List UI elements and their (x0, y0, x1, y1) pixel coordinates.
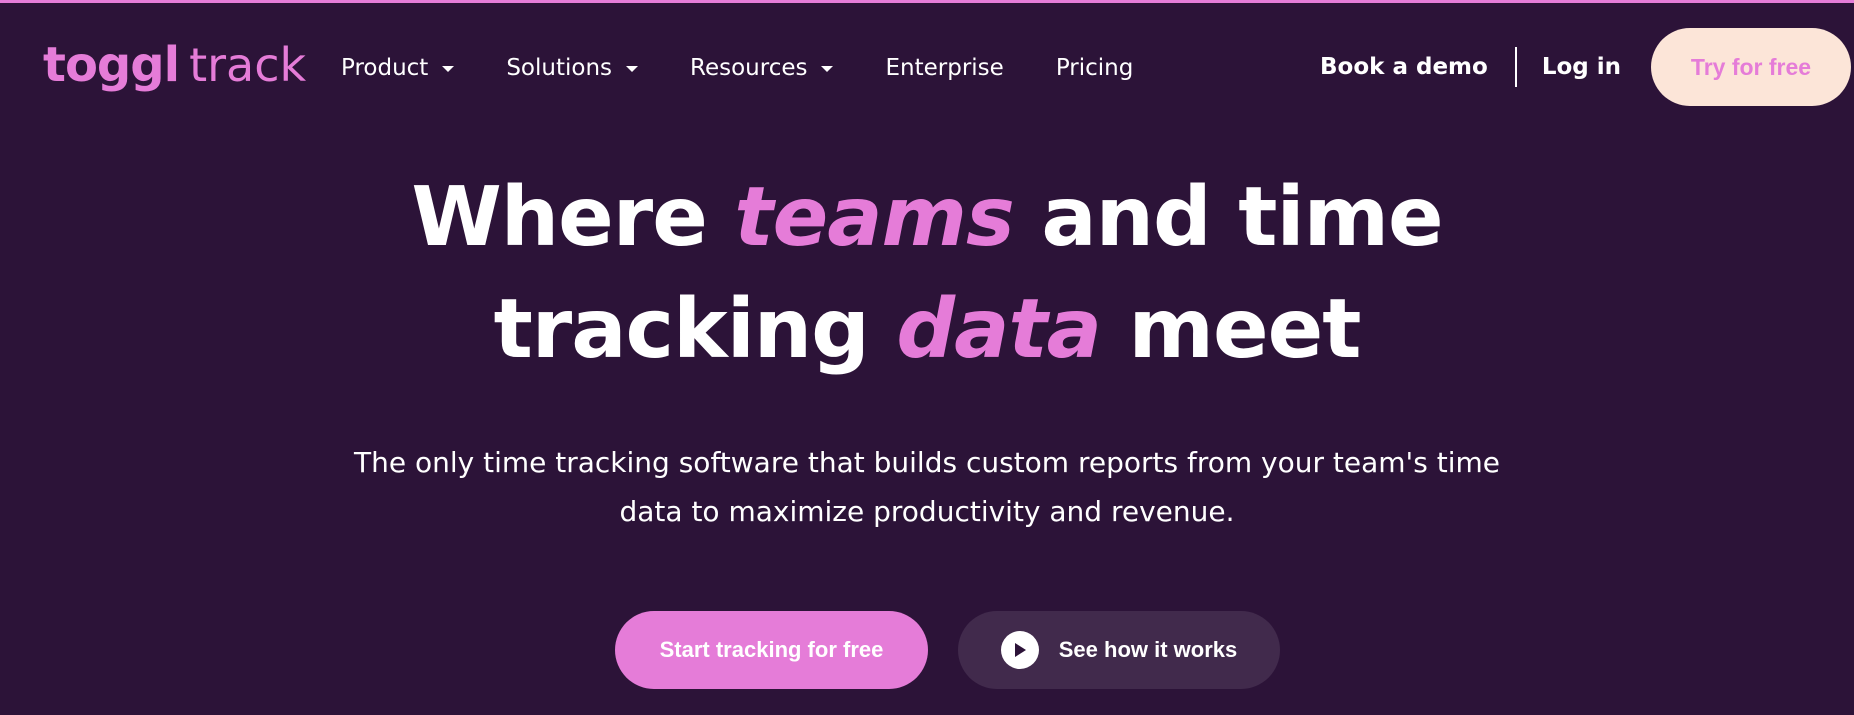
main-menu: Product Solutions Resources Enterprise P… (341, 51, 1185, 85)
hero-subtitle: The only time tracking software that bui… (327, 438, 1527, 536)
chevron-down-icon (626, 66, 639, 72)
top-navigation: toggl track Product Solutions Resources … (0, 3, 1854, 129)
hero-title-text: meet (1101, 282, 1362, 377)
hero-title-line-1: Where teams and time (0, 162, 1854, 274)
see-how-it-works-button[interactable]: See how it works (958, 611, 1280, 689)
hero-title-accent-teams: teams (734, 170, 1014, 265)
chevron-down-icon (821, 66, 834, 72)
nav-item-enterprise[interactable]: Enterprise (885, 51, 1003, 85)
hero-subtitle-line-2: data to maximize productivity and revenu… (619, 495, 1235, 528)
nav-item-resources[interactable]: Resources (690, 51, 834, 85)
nav-item-label: Enterprise (885, 55, 1004, 81)
see-how-it-works-label: See how it works (1058, 637, 1238, 662)
nav-item-label: Pricing (1055, 55, 1134, 81)
hero-title-accent-data: data (896, 282, 1102, 377)
try-for-free-button[interactable]: Try for free (1651, 28, 1851, 106)
hero-subtitle-line-1: The only time tracking software that bui… (354, 446, 1500, 479)
hero-title-text: tracking (493, 282, 897, 377)
nav-actions: Book a demo Log in Try for free (1320, 27, 1851, 107)
hero-title-line-2: tracking data meet (0, 274, 1854, 386)
hero-cta-row: Start tracking for free See how it works (615, 611, 1280, 689)
logo-toggl-text: toggl (43, 37, 180, 93)
hero-title-text: Where (411, 170, 735, 265)
login-link[interactable]: Log in (1542, 54, 1621, 80)
hero-title: Where teams and time tracking data meet (0, 162, 1854, 386)
nav-item-solutions[interactable]: Solutions (506, 51, 639, 85)
nav-divider (1514, 47, 1517, 87)
hero-title-text: and time (1013, 170, 1443, 265)
nav-item-label: Resources (690, 55, 808, 81)
nav-item-label: Solutions (506, 55, 613, 81)
nav-item-label: Product (341, 55, 429, 81)
chevron-down-icon (442, 66, 455, 72)
play-icon (1000, 631, 1039, 669)
toggl-track-logo[interactable]: toggl track (43, 35, 306, 95)
logo-track-text: track (189, 38, 307, 92)
book-demo-link[interactable]: Book a demo (1320, 54, 1488, 80)
start-tracking-button[interactable]: Start tracking for free (615, 611, 928, 689)
nav-item-product[interactable]: Product (341, 51, 455, 85)
nav-item-pricing[interactable]: Pricing (1056, 51, 1134, 85)
